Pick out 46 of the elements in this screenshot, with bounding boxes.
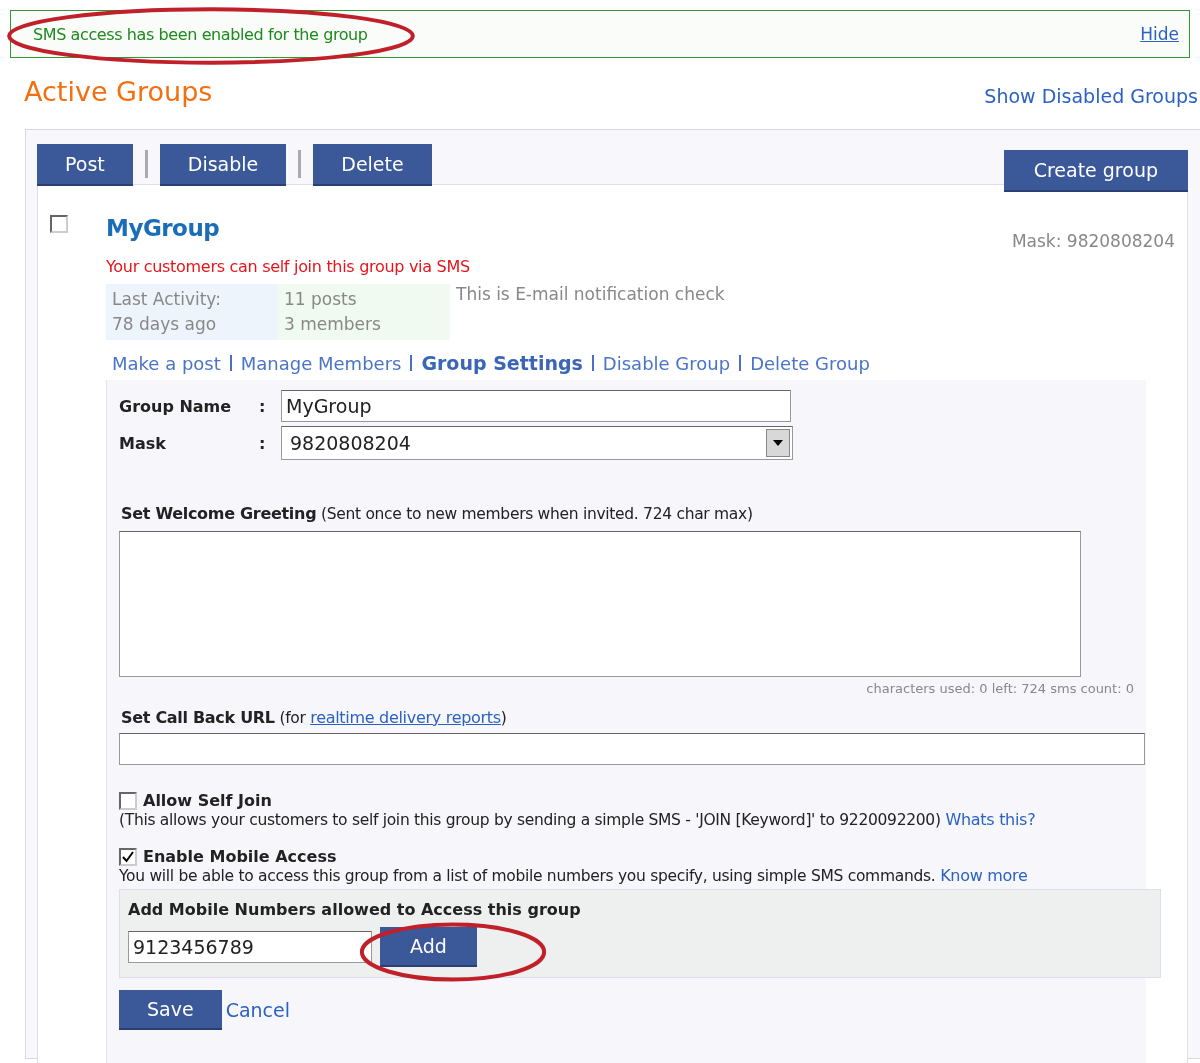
label-colon: :	[259, 433, 267, 453]
callback-url-field[interactable]	[119, 733, 1145, 765]
option-checkbox[interactable]	[119, 791, 137, 810]
greeting-label: Set Welcome Greeting (Sent once to new members when invited. 724 char max)	[121, 504, 754, 523]
field-label: Mask	[119, 433, 167, 453]
label-colon: :	[259, 396, 267, 416]
stat-text: 78 days ago	[112, 313, 218, 336]
notice-message: SMS access has been enabled for the group	[33, 24, 368, 44]
create-group-button[interactable]: Create group	[1003, 150, 1188, 192]
option-label: Allow Self Join	[143, 791, 272, 810]
mask-text: Mask: 9820808204	[1011, 231, 1175, 251]
mobile-number-field[interactable]: 9123456789	[128, 931, 372, 963]
greeting-field[interactable]	[119, 531, 1081, 677]
mobile-numbers-title: Add Mobile Numbers allowed to Access this group	[128, 900, 581, 919]
info-link[interactable]: Know more	[935, 866, 1028, 885]
option-description: (This allows your customers to self join this group by sending a simple SMS - 'JOIN [Keyword]' to 9220092200) Whats this?	[119, 810, 1037, 829]
delivery-reports-link[interactable]: realtime delivery reports	[310, 708, 501, 727]
group-action-link[interactable]: Manage Members	[240, 352, 402, 374]
option-checkbox[interactable]	[119, 847, 137, 866]
save-button[interactable]: Save	[119, 990, 222, 1030]
group-checkbox[interactable]	[50, 215, 68, 233]
stat-text: 11 posts	[284, 288, 358, 311]
callback-label: Set Call Back URL (for realtime delivery reports)	[121, 708, 508, 727]
group-action-link[interactable]: Delete Group	[750, 352, 870, 374]
email-note: This is E-mail notification check	[456, 284, 725, 306]
option-label: Enable Mobile Access	[143, 847, 337, 866]
field-label: Group Name	[119, 396, 233, 416]
option-description: You will be able to access this group from a list of mobile numbers you specify, using simple SMS commands. Know more	[119, 866, 1029, 885]
toolbar-button[interactable]: Disable	[159, 144, 287, 186]
toolbar-button[interactable]: Post	[37, 144, 133, 186]
group-action-link[interactable]: Disable Group	[602, 352, 731, 374]
character-counter: characters used: 0 left: 724 sms count: 0	[865, 681, 1134, 696]
group-action-link[interactable]: Make a post	[112, 352, 221, 374]
group-name[interactable]: MyGroup	[106, 215, 220, 251]
mask-select[interactable]: 9820808204	[281, 426, 793, 460]
info-link[interactable]: Whats this?	[940, 810, 1036, 829]
cancel-link[interactable]: Cancel	[225, 999, 290, 1021]
self-join-note: Your customers can self join this group via SMS	[106, 257, 471, 276]
group-name-field[interactable]: MyGroup	[281, 390, 791, 422]
page-title: Active Groups	[24, 76, 213, 107]
group-action-link[interactable]: Group Settings	[421, 352, 583, 374]
hide-link[interactable]: Hide	[1140, 24, 1179, 44]
add-button[interactable]: Add	[380, 927, 477, 967]
toolbar-button[interactable]: Delete	[313, 144, 432, 186]
stat-text: 3 members	[284, 313, 382, 336]
stat-text: Last Activity:	[112, 288, 222, 311]
